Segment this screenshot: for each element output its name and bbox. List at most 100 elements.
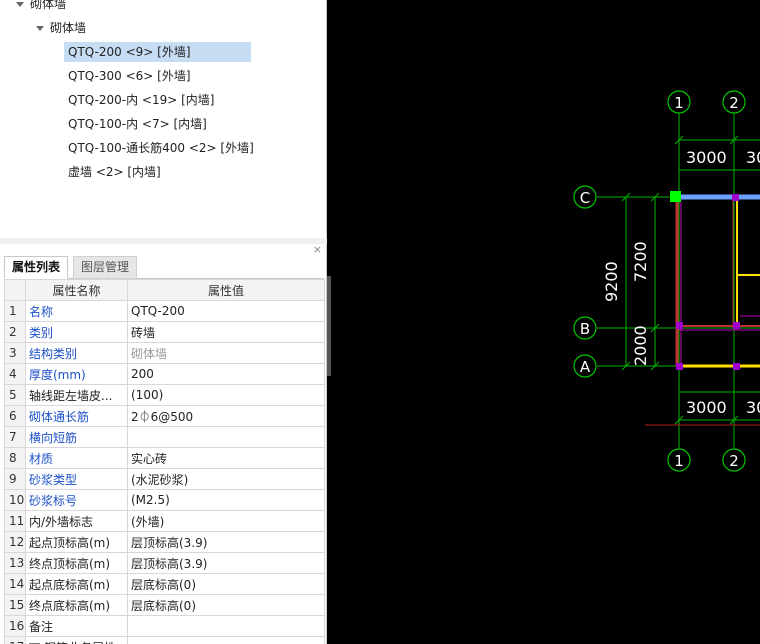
wall-node[interactable] [676,322,683,329]
property-name-text: 起点底标高(m) [29,577,111,592]
property-value[interactable]: 砖墙 [127,321,325,343]
property-name-text: 结构类别 [29,346,78,361]
table-row[interactable]: 1 名称 QTQ-200 [4,300,325,322]
left-dim-cb-label: 7200 [631,241,650,282]
expand-caret-icon[interactable] [16,2,24,7]
property-name-text: 终点底标高(m) [29,598,111,613]
property-name: 类别 [25,321,128,343]
property-value[interactable]: 层顶标高(3.9) [127,552,325,574]
table-row[interactable]: 2 类别 砖墙 [4,321,325,343]
property-name: 材质 [25,447,128,469]
tree-root-node[interactable]: 砌体墙 [16,0,66,14]
property-value[interactable]: 层底标高(0) [127,573,325,595]
property-name: 备注 [25,615,128,637]
property-name: 结构类别 [25,342,128,364]
value-column-header[interactable]: 属性值 [127,279,325,301]
property-name: 终点顶标高(m) [25,552,128,574]
property-value[interactable] [127,615,325,637]
row-index: 8 [4,447,26,469]
property-name-text: 备注 [29,619,54,634]
tree-item[interactable]: QTQ-200-内 <19> [内墙] [64,90,219,110]
row-index: 13 [4,552,26,574]
table-row[interactable]: 11 内/外墙标志 (外墙) [4,510,325,532]
cad-viewport[interactable]: 1 2 1 2 C B A 3000 30 3000 30 9200 7200 … [331,0,760,644]
property-name: 起点顶标高(m) [25,531,128,553]
property-value[interactable]: 实心砖 [127,447,325,469]
axis-label-top-1: 1 [674,94,684,112]
wall-node[interactable] [676,363,683,370]
bottom-dim-label-2: 30 [746,398,760,417]
property-value[interactable]: (M2.5) [127,489,325,511]
table-row[interactable]: 14 起点底标高(m) 层底标高(0) [4,573,325,595]
table-row[interactable]: 3 结构类别 砌体墙 [4,342,325,364]
table-row[interactable]: 12 起点顶标高(m) 层顶标高(3.9) [4,531,325,553]
row-index: 14 [4,573,26,595]
property-name-text: 材质 [29,451,54,466]
top-dim-label-1: 3000 [686,148,727,167]
tree-item[interactable]: QTQ-300 <6> [外墙] [64,66,195,86]
property-value[interactable]: (水泥砂浆) [127,468,325,490]
property-value[interactable]: 2⏀6@500 [127,405,325,427]
table-row[interactable]: 16 备注 [4,615,325,637]
table-row[interactable]: 9 砂浆类型 (水泥砂浆) [4,468,325,490]
wall-node[interactable] [732,194,739,201]
axis-label-bottom-2: 2 [729,452,739,470]
row-index: 12 [4,531,26,553]
table-row[interactable]: 15 终点底标高(m) 层底标高(0) [4,594,325,616]
name-column-header[interactable]: 属性名称 [25,279,128,301]
property-name-text: 轴线距左墙皮... [29,388,113,403]
row-index: 15 [4,594,26,616]
property-value[interactable]: 层顶标高(3.9) [127,531,325,553]
properties-panel: × 属性列表 图层管理 属性名称 属性值 1 名称 QTQ-200 2 类别 砖墙 3 结构类… [0,244,327,644]
close-icon[interactable]: × [313,244,322,256]
property-value[interactable]: 层底标高(0) [127,594,325,616]
expand-caret-icon[interactable] [36,26,44,31]
tree-item[interactable]: QTQ-100-内 <7> [内墙] [64,114,211,134]
tree-group-node[interactable]: 砌体墙 [36,18,86,38]
property-name: 砌体通长筋 [25,405,128,427]
table-row[interactable]: 7 横向短筋 [4,426,325,448]
property-value[interactable] [127,426,325,448]
tab-property-list[interactable]: 属性列表 [4,256,69,279]
axis-label-a: A [580,358,591,376]
row-index: 17 [4,636,26,644]
property-value[interactable] [127,636,325,644]
tree-item[interactable]: 虚墙 <2> [内墙] [64,162,165,182]
property-name: 砂浆标号 [25,489,128,511]
axis-label-c: C [580,189,590,207]
property-value[interactable]: 200 [127,363,325,385]
property-value[interactable]: (100) [127,384,325,406]
tab-layer-management[interactable]: 图层管理 [73,256,138,279]
table-row[interactable]: 4 厚度(mm) 200 [4,363,325,385]
property-name-text: 名称 [29,304,54,319]
top-dim-label-2: 30 [746,148,760,167]
table-row[interactable]: 17 钢筋业务属性 [4,636,325,644]
wall-node[interactable] [733,322,740,329]
table-row[interactable]: 5 轴线距左墙皮... (100) [4,384,325,406]
axis-label-bottom-1: 1 [674,452,684,470]
property-value[interactable]: 砌体墙 [127,342,325,364]
property-name: 名称 [25,300,128,322]
property-value[interactable]: QTQ-200 [127,300,325,322]
table-row[interactable]: 6 砌体通长筋 2⏀6@500 [4,405,325,427]
wall-node[interactable] [733,363,740,370]
property-name-text: 砂浆类型 [29,472,78,487]
selection-grip[interactable] [670,191,681,202]
table-row[interactable]: 10 砂浆标号 (M2.5) [4,489,325,511]
property-name-text: 横向短筋 [29,430,78,445]
property-name: 内/外墙标志 [25,510,128,532]
property-name-text: 砌体通长筋 [29,409,90,424]
table-row[interactable]: 13 终点顶标高(m) 层顶标高(3.9) [4,552,325,574]
tab-strip: 属性列表 图层管理 [4,256,324,279]
property-name: 横向短筋 [25,426,128,448]
property-name: 钢筋业务属性 [25,636,128,644]
property-value[interactable]: (外墙) [127,510,325,532]
tree-item[interactable]: QTQ-100-通长筋400 <2> [外墙] [64,138,258,158]
row-index: 10 [4,489,26,511]
tree-item[interactable]: QTQ-200 <9> [外墙] [64,42,251,62]
property-table: 属性名称 属性值 1 名称 QTQ-200 2 类别 砖墙 3 结构类别 砌体墙 4 厚度(mm) 2… [4,279,325,644]
property-name-text: 起点顶标高(m) [29,535,111,550]
property-name-text: 内/外墙标志 [29,514,94,529]
table-row[interactable]: 8 材质 实心砖 [4,447,325,469]
row-index: 1 [4,300,26,322]
